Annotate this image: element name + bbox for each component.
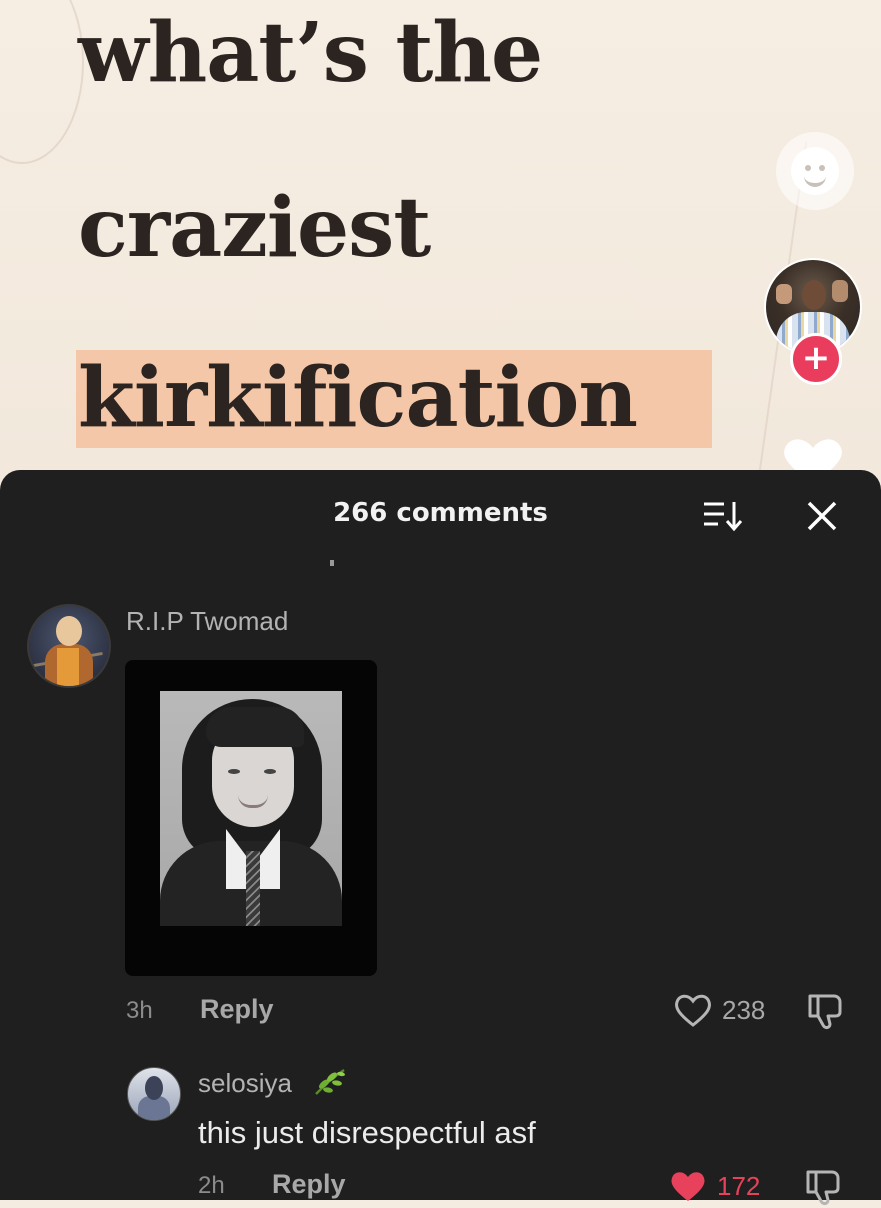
leaf-emoji-icon	[315, 1068, 345, 1095]
dislike-icon[interactable]	[802, 1166, 844, 1208]
portrait-photo	[160, 691, 342, 926]
video-background: what’s the craziest kirkification	[0, 0, 881, 480]
divider-dot	[330, 560, 334, 566]
dislike-icon[interactable]	[804, 990, 846, 1032]
follow-plus-icon[interactable]: +	[790, 333, 842, 385]
emoji-reaction-icon	[791, 147, 839, 195]
comments-sheet: 266 comments R.I.P Twomad 3h Reply 238 s…	[0, 470, 881, 1205]
headline-line-1: what’s the	[78, 5, 543, 101]
reply-button[interactable]: Reply	[272, 1169, 346, 1200]
commenter-username[interactable]: R.I.P Twomad	[126, 606, 288, 637]
comment-image[interactable]	[125, 660, 377, 976]
headline-line-2: craziest	[78, 180, 431, 276]
heart-icon[interactable]	[673, 992, 713, 1028]
commenter-username[interactable]: selosiya	[198, 1068, 292, 1099]
comment-time: 3h	[126, 997, 153, 1024]
decorative-flower	[0, 0, 84, 164]
comments-count-title: 266 comments	[333, 498, 548, 528]
reply-button[interactable]: Reply	[200, 994, 274, 1025]
like-count: 172	[717, 1171, 761, 1201]
commenter-avatar[interactable]	[27, 604, 111, 688]
like-count: 238	[722, 995, 766, 1025]
comment-time: 2h	[198, 1172, 225, 1199]
sort-icon[interactable]	[702, 498, 746, 534]
close-icon[interactable]	[804, 498, 840, 534]
commenter-avatar[interactable]	[127, 1067, 181, 1121]
heart-icon[interactable]	[668, 1168, 708, 1204]
comment-text: this just disrespectful asf	[198, 1115, 536, 1150]
headline-line-3: kirkification	[78, 350, 638, 446]
emoji-reaction-button[interactable]	[776, 132, 854, 210]
